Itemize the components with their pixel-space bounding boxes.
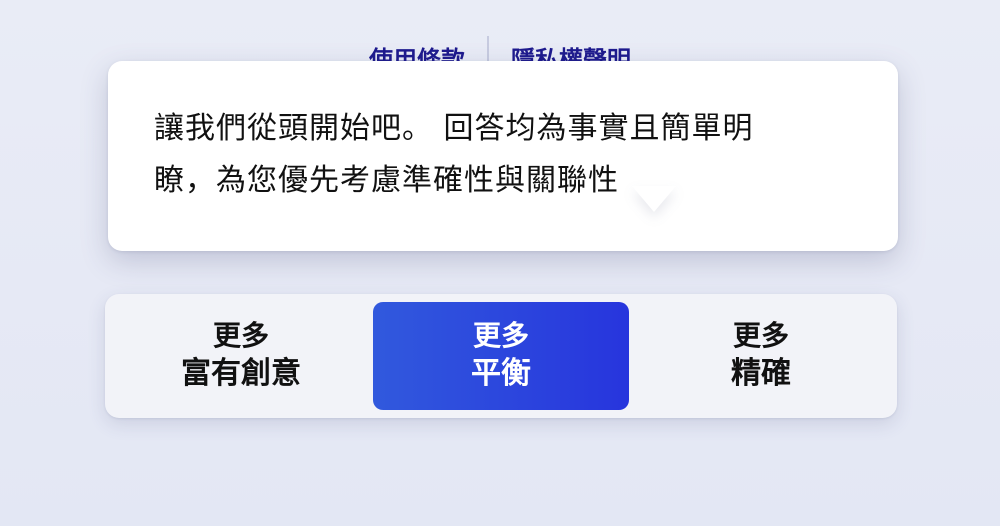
tone-option-balanced[interactable]: 更多 平衡 — [373, 302, 629, 410]
tooltip-text: 讓我們從頭開始吧。 回答均為事實且簡單明 瞭，為您優先考慮準確性與關聯性 — [154, 103, 852, 207]
tone-option-creative[interactable]: 更多 富有創意 — [113, 302, 369, 410]
conversation-style-selector: 更多 富有創意 更多 平衡 更多 精確 — [105, 294, 897, 418]
tone-option-label-main: 精確 — [731, 356, 791, 391]
tone-option-label-main: 平衡 — [471, 356, 531, 391]
tone-option-precise[interactable]: 更多 精確 — [633, 302, 889, 410]
tooltip-line-1: 讓我們從頭開始吧。 回答均為事實且簡單明 — [154, 111, 754, 146]
tone-option-label-main: 富有創意 — [181, 356, 301, 391]
tone-option-label-top: 更多 — [212, 319, 269, 352]
tone-option-label-top: 更多 — [732, 319, 789, 352]
tone-option-label-top: 更多 — [472, 319, 529, 352]
tone-description-tooltip: 讓我們從頭開始吧。 回答均為事實且簡單明 瞭，為您優先考慮準確性與關聯性 — [108, 61, 898, 251]
tooltip-pointer — [632, 186, 676, 212]
tooltip-line-2: 瞭，為您優先考慮準確性與關聯性 — [154, 163, 619, 198]
